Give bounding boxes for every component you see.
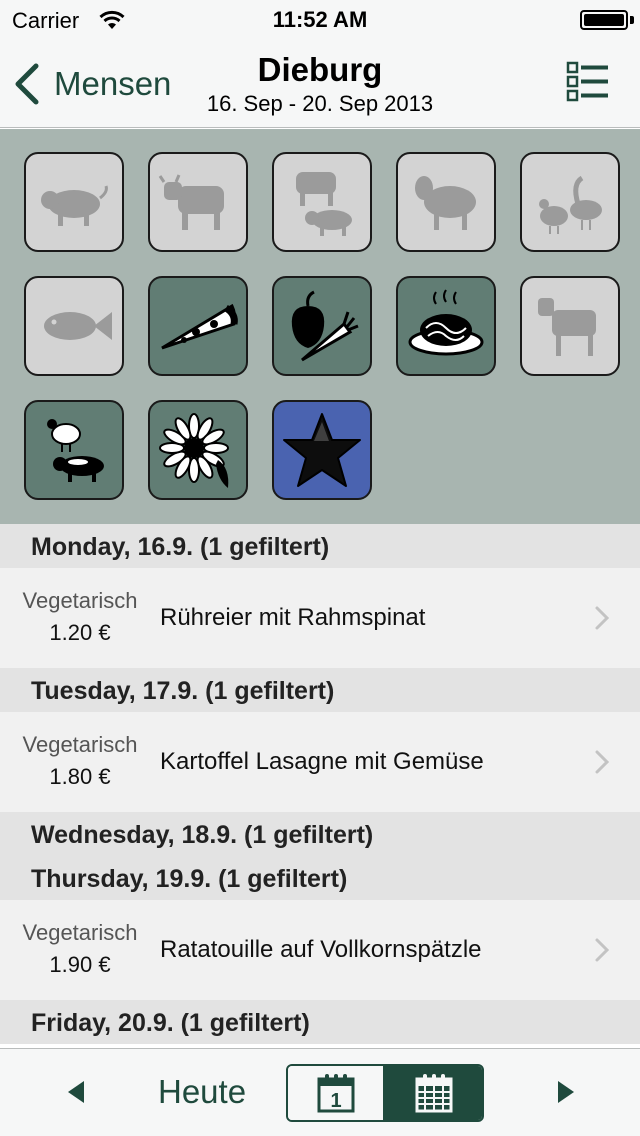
filter-pork-button[interactable]: [24, 152, 124, 252]
cow-icon: [158, 174, 224, 230]
sheep-icon: [415, 176, 476, 230]
filter-lamb-button[interactable]: [396, 152, 496, 252]
meal-category: Vegetarisch: [22, 588, 138, 613]
meal-name: Kartoffel Lasagne mit Gemüse: [160, 748, 484, 775]
filter-vegetarian-button[interactable]: [272, 276, 372, 376]
battery-nub: [630, 16, 634, 24]
fish-icon: [44, 312, 112, 340]
filter-vegan-button[interactable]: [148, 400, 248, 500]
previous-week-icon[interactable]: [64, 1079, 88, 1105]
star-icon: [283, 413, 361, 487]
cow-pig-icon: [296, 172, 352, 236]
chevron-right-icon: [595, 938, 610, 962]
meal-price: 1.90 €: [49, 952, 111, 977]
meal-name: Rühreier mit Rahmspinat: [160, 604, 426, 631]
chicken-goose-icon: [539, 175, 602, 234]
meal-name: Ratatouille auf Vollkornspätzle: [160, 936, 482, 963]
calf-icon: [538, 298, 596, 356]
calendar-day-icon: 1: [317, 1074, 354, 1113]
filter-favorites-button[interactable]: [272, 400, 372, 500]
filter-chicken-pork-button[interactable]: [24, 400, 124, 500]
battery-icon: [580, 10, 628, 30]
vegetables-icon: [291, 290, 359, 362]
next-week-icon[interactable]: [554, 1079, 578, 1105]
chevron-right-icon: [595, 750, 610, 774]
filter-panel: [0, 129, 640, 524]
meal-category: Vegetarisch: [22, 920, 138, 945]
pasta-icon: [408, 289, 484, 356]
filter-fish-button[interactable]: [24, 276, 124, 376]
day-header: Tuesday, 17.9. (1 gefiltert): [0, 668, 640, 712]
filter-beef-button[interactable]: [148, 152, 248, 252]
view-mode-segmented-control: 1: [286, 1064, 484, 1122]
meal-category: Vegetarisch: [22, 732, 138, 757]
meal-row[interactable]: Vegetarisch 1.90 € Ratatouille auf Vollk…: [0, 900, 640, 1000]
navigation-bar: Mensen Dieburg 16. Sep - 20. Sep 2013: [0, 40, 640, 128]
flower-icon: [159, 413, 229, 488]
day-header: Wednesday, 18.9. (1 gefiltert): [0, 812, 640, 856]
meal-price: 1.80 €: [49, 764, 111, 789]
day-header: Monday, 16.9. (1 gefiltert): [0, 524, 640, 568]
meal-row[interactable]: Vegetarisch 1.20 € Rühreier mit Rahmspin…: [0, 568, 640, 668]
calendar-day-number: 1: [330, 1090, 341, 1112]
filter-pasta-button[interactable]: [396, 276, 496, 376]
date-range: 16. Sep - 20. Sep 2013: [206, 91, 434, 116]
menu-list: Monday, 16.9. (1 gefiltert) Vegetarisch …: [0, 524, 640, 1044]
bottom-toolbar: Heute 1: [0, 1048, 640, 1136]
today-button[interactable]: Heute: [158, 1073, 246, 1111]
pig-icon: [41, 185, 108, 226]
filter-veal-button[interactable]: [520, 276, 620, 376]
status-bar: Carrier 11:52 AM: [0, 0, 640, 40]
day-view-segment[interactable]: 1: [288, 1066, 385, 1120]
filter-mixed-meat-button[interactable]: [272, 152, 372, 252]
pizza-icon: [161, 303, 238, 350]
week-view-segment[interactable]: [385, 1066, 482, 1120]
chicken-pig-icon: [47, 419, 104, 482]
list-icon[interactable]: [566, 60, 610, 104]
meal-price: 1.20 €: [49, 620, 111, 645]
chevron-right-icon: [595, 606, 610, 630]
filter-pizza-button[interactable]: [148, 276, 248, 376]
day-header: Friday, 20.9. (1 gefiltert): [0, 1000, 640, 1044]
status-time: 11:52 AM: [272, 7, 368, 32]
day-header: Thursday, 19.9. (1 gefiltert): [0, 856, 640, 900]
meal-row[interactable]: Vegetarisch 1.80 € Kartoffel Lasagne mit…: [0, 712, 640, 812]
calendar-week-icon: [415, 1074, 452, 1113]
page-title: Dieburg: [257, 51, 383, 88]
filter-poultry-button[interactable]: [520, 152, 620, 252]
